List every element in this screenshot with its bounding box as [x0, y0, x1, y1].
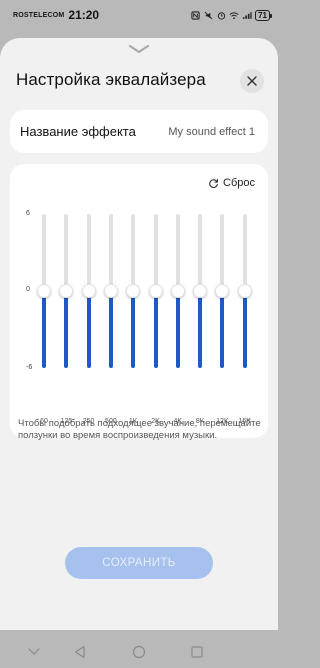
- home-icon[interactable]: [129, 642, 149, 662]
- status-right: 71: [190, 9, 272, 21]
- equalizer-card: Сброс 6 0 -6 60 125 250 500 1K 2K 4K 8K 12K 16K: [10, 164, 268, 438]
- slider-knob[interactable]: [103, 284, 118, 298]
- back-icon[interactable]: [70, 642, 90, 662]
- slider-fill: [153, 291, 158, 368]
- page-title: Настройка эквалайзера: [16, 70, 206, 89]
- carrier-name: ROSTELECOM: [13, 11, 65, 19]
- scale-label-min: -6: [26, 364, 33, 371]
- slider-fill: [198, 291, 203, 368]
- slider-fill: [175, 291, 180, 368]
- equalizer-sheet: Настройка эквалайзера Название эффекта M…: [0, 38, 278, 659]
- slider-knob[interactable]: [59, 284, 74, 298]
- scale-label-max: 6: [26, 210, 30, 217]
- slider-fill: [131, 291, 136, 368]
- slider-knob[interactable]: [215, 284, 230, 298]
- refresh-icon: [209, 178, 218, 188]
- slider-fill: [86, 291, 91, 368]
- recents-icon[interactable]: [187, 642, 207, 662]
- close-icon: [247, 76, 257, 86]
- slider-fill: [242, 291, 247, 368]
- nfc-icon: [190, 10, 200, 20]
- effect-name-value: My sound effect 1: [168, 125, 255, 138]
- chevron-down-icon[interactable]: [124, 42, 154, 54]
- close-button[interactable]: [240, 69, 264, 93]
- hide-keyboard-chevron-icon[interactable]: [24, 642, 44, 662]
- slider-fill: [42, 291, 46, 368]
- reset-button[interactable]: Сброс: [208, 177, 255, 189]
- slider-knob[interactable]: [170, 284, 185, 298]
- alarm-icon: [216, 10, 226, 20]
- effect-name-row[interactable]: Название эффекта My sound effect 1: [10, 110, 268, 153]
- wifi-icon: [229, 10, 239, 20]
- status-left: ROSTELECOM 21:20: [13, 8, 99, 22]
- mute-icon: [203, 10, 213, 20]
- slider-knob[interactable]: [81, 284, 96, 298]
- save-button[interactable]: СОХРАНИТЬ: [65, 547, 213, 579]
- slider-fill: [64, 291, 69, 368]
- battery-icon: 71: [255, 9, 272, 21]
- slider-knob[interactable]: [148, 284, 163, 298]
- navigation-bar: [0, 636, 278, 668]
- scale-label-zero: 0: [26, 286, 30, 293]
- slider-knob[interactable]: [37, 284, 51, 298]
- status-bar: ROSTELECOM 21:20 71: [0, 0, 278, 30]
- slider-fill: [220, 291, 225, 368]
- status-time: 21:20: [68, 8, 100, 22]
- slider-fill: [108, 291, 113, 368]
- signal-icon: [242, 10, 252, 20]
- slider-knob[interactable]: [237, 284, 252, 298]
- slider-knob[interactable]: [193, 284, 208, 298]
- hint-text: Чтобы подобрать подходящее звучание, пер…: [18, 418, 261, 441]
- effect-name-label: Название эффекта: [20, 124, 136, 139]
- slider-knob[interactable]: [126, 284, 141, 298]
- reset-label: Сброс: [223, 177, 255, 189]
